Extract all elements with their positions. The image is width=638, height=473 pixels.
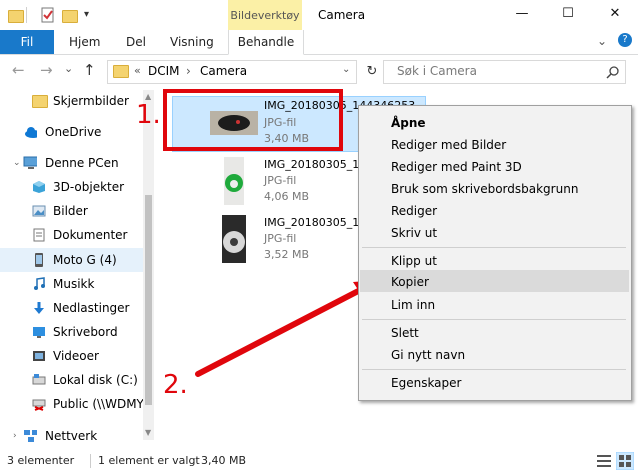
- expand-icon[interactable]: ›: [13, 425, 17, 447]
- sidebar-item-label: Musikk: [53, 277, 95, 291]
- menu-item-rename[interactable]: Gi nytt navn: [391, 344, 465, 366]
- tab-fil[interactable]: Fil: [0, 30, 54, 54]
- menu-item-set-as-background[interactable]: Bruk som skrivebordsbakgrunn: [391, 178, 578, 200]
- customize-quick-access-icon[interactable]: ▾: [84, 9, 89, 20]
- tab-hjem[interactable]: Hjem: [69, 30, 100, 54]
- menu-item-print[interactable]: Skriv ut: [391, 222, 437, 244]
- file-name: IMG_20180305_14: [264, 216, 367, 229]
- sidebar-item-label: Nettverk: [45, 429, 98, 443]
- minimize-button[interactable]: —: [499, 0, 545, 30]
- sidebar-item-label: OneDrive: [45, 125, 102, 139]
- pc-icon: [23, 156, 37, 169]
- menu-item-edit[interactable]: Rediger: [391, 200, 437, 222]
- window-title: Camera: [318, 8, 366, 22]
- menu-item-edit-with-photos[interactable]: Rediger med Bilder: [391, 134, 506, 156]
- sidebar-item-label: Skrivebord: [53, 325, 118, 339]
- folder-icon: [32, 94, 48, 108]
- address-dropdown-icon[interactable]: ⌄: [342, 64, 350, 75]
- menu-item-edit-with-paint3d[interactable]: Rediger med Paint 3D: [391, 156, 522, 178]
- file-size: 4,06 MB: [264, 190, 310, 203]
- status-bar: 3 elementer 1 element er valgt 3,40 MB: [0, 451, 638, 473]
- maximize-button[interactable]: ☐: [545, 0, 591, 30]
- annotation-step-1: 1.: [136, 100, 161, 130]
- music-icon: [34, 277, 45, 290]
- tab-behandle[interactable]: Behandle: [228, 30, 304, 55]
- recent-locations-button[interactable]: ⌄: [64, 62, 73, 75]
- sidebar-item-label: Bilder: [53, 204, 88, 218]
- status-separator: [90, 454, 91, 468]
- sidebar-scrollbar-thumb[interactable]: [145, 195, 152, 405]
- properties-icon[interactable]: [40, 7, 56, 23]
- image-thumbnail: [224, 157, 244, 205]
- file-type: JPG-fil: [264, 232, 297, 245]
- sidebar-item-label: Public (\\WDMY: [53, 397, 144, 411]
- sidebar-item-label: Lokal disk (C:): [53, 373, 138, 387]
- context-menu: Åpne Rediger med Bilder Rediger med Pain…: [358, 105, 632, 401]
- scroll-down-icon[interactable]: ▼: [145, 428, 151, 437]
- menu-separator: [362, 369, 626, 370]
- overflow-breadcrumb[interactable]: «: [134, 64, 141, 77]
- collapse-icon[interactable]: ⌄: [13, 152, 21, 174]
- status-size: 3,40 MB: [201, 454, 247, 467]
- status-selection: 1 element er valgt: [98, 454, 200, 467]
- tab-visning[interactable]: Visning: [170, 30, 214, 54]
- up-button[interactable]: ↑: [83, 61, 96, 79]
- file-type: JPG-fil: [264, 174, 297, 187]
- menu-item-delete[interactable]: Slett: [391, 322, 419, 344]
- file-name: IMG_20180305_14: [264, 158, 367, 171]
- disk-icon: [32, 374, 46, 385]
- network-drive-icon: [32, 399, 46, 411]
- tab-del[interactable]: Del: [126, 30, 146, 54]
- sidebar-item-label: Nedlastinger: [53, 301, 130, 315]
- menu-item-paste[interactable]: Lim inn: [391, 294, 435, 316]
- folder-icon: [8, 7, 24, 23]
- address-bar[interactable]: « DCIM › Camera ⌄: [107, 60, 357, 84]
- menu-separator: [362, 319, 626, 320]
- file-size: 3,52 MB: [264, 248, 310, 261]
- sidebar-item-label: Videoer: [53, 349, 99, 363]
- menu-item-cut[interactable]: Klipp ut: [391, 250, 437, 272]
- status-item-count: 3 elementer: [7, 454, 75, 467]
- folder-icon: [113, 65, 129, 78]
- search-input[interactable]: Søk i Camera: [397, 64, 477, 78]
- new-folder-icon[interactable]: [62, 7, 78, 23]
- downloads-icon: [34, 302, 44, 314]
- refresh-button[interactable]: ↻: [362, 60, 382, 84]
- sidebar-item-label: Denne PCen: [45, 156, 119, 170]
- sidebar-item-label: Dokumenter: [53, 228, 128, 242]
- 3d-objects-icon: [33, 181, 45, 193]
- breadcrumb-dcim[interactable]: DCIM: [148, 64, 180, 78]
- help-icon[interactable]: ?: [618, 33, 632, 47]
- menu-item-properties[interactable]: Egenskaper: [391, 372, 461, 394]
- sidebar-item-label: Skjermbilder: [53, 94, 129, 108]
- breadcrumb-camera[interactable]: Camera: [200, 64, 247, 78]
- contextual-tab-group: Bildeverktøy: [228, 0, 302, 30]
- documents-icon: [33, 228, 45, 242]
- image-thumbnail: [222, 215, 246, 263]
- menu-item-copy[interactable]: Kopier: [391, 271, 429, 293]
- onedrive-icon: [25, 127, 37, 138]
- phone-icon: [35, 253, 43, 267]
- menu-separator: [362, 247, 626, 248]
- menu-item-open[interactable]: Åpne: [391, 112, 426, 134]
- forward-button[interactable]: →: [40, 61, 53, 79]
- pictures-icon: [32, 205, 46, 217]
- search-icon: [606, 66, 619, 79]
- separator: [26, 7, 27, 23]
- tiles-view-icon[interactable]: [616, 452, 634, 470]
- breadcrumb-separator: ›: [186, 64, 191, 78]
- annotation-box: [163, 89, 343, 151]
- expand-ribbon-icon[interactable]: ⌄: [597, 34, 607, 48]
- close-button[interactable]: ✕: [592, 0, 638, 30]
- search-box[interactable]: Søk i Camera: [383, 60, 626, 84]
- sidebar-item-label: 3D-objekter: [53, 180, 125, 194]
- sidebar-item-label: Moto G (4): [53, 253, 117, 267]
- desktop-icon: [33, 327, 45, 338]
- annotation-step-2: 2.: [163, 370, 188, 400]
- videos-icon: [33, 351, 45, 361]
- back-button[interactable]: ←: [12, 61, 25, 79]
- network-icon: [24, 430, 37, 442]
- details-view-icon[interactable]: [596, 453, 612, 469]
